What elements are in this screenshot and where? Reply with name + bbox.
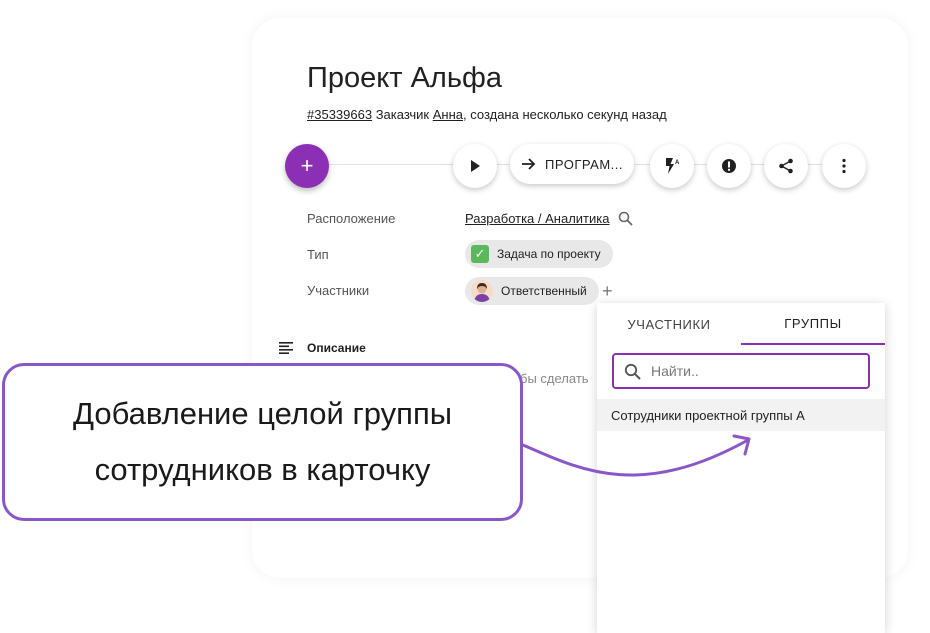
callout-arrow — [521, 434, 751, 477]
